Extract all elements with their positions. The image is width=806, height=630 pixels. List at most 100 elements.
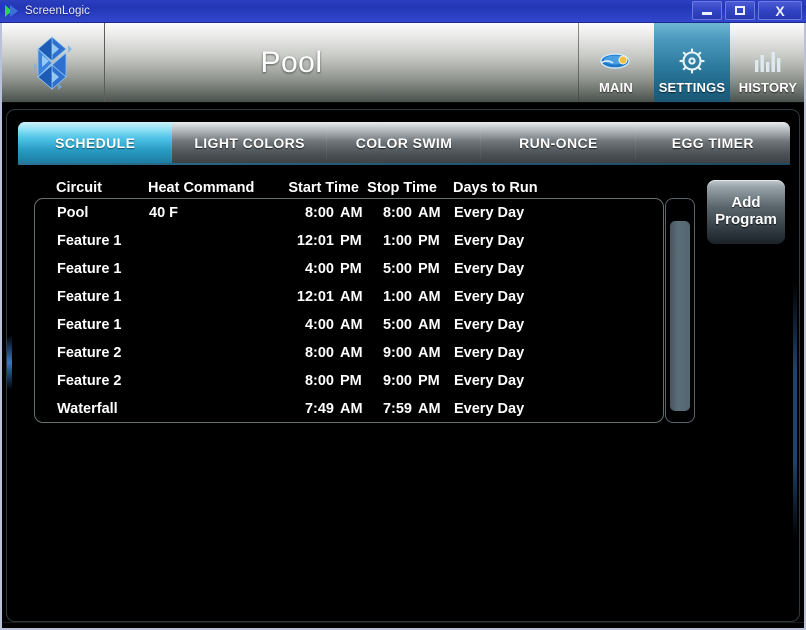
right-edge-glow bbox=[793, 280, 797, 540]
add-program-label-line1: Add bbox=[731, 194, 761, 212]
stop-time-meridiem: AM bbox=[418, 345, 441, 361]
start-time-meridiem: AM bbox=[340, 205, 363, 221]
cell-start-time: 8:00 AM bbox=[277, 205, 363, 221]
tab-color-swim[interactable]: COLOR SWIM bbox=[327, 122, 482, 163]
tab-schedule[interactable]: SCHEDULE bbox=[18, 122, 173, 163]
stop-time-meridiem: PM bbox=[418, 261, 440, 277]
nav-button-main[interactable]: MAIN bbox=[578, 23, 654, 102]
cell-stop-time: 8:00 AM bbox=[360, 205, 444, 221]
start-time-meridiem: AM bbox=[340, 401, 363, 417]
start-time-meridiem: AM bbox=[340, 345, 363, 361]
cell-stop-time: 7:59 AM bbox=[360, 401, 444, 417]
cell-start-time: 8:00 PM bbox=[277, 373, 362, 389]
cell-days-to-run: Every Day bbox=[454, 233, 525, 249]
cell-heat-command: 40 F bbox=[149, 205, 179, 221]
stop-time-meridiem: PM bbox=[418, 373, 440, 389]
column-header-heat-command: Heat Command bbox=[148, 180, 255, 196]
stop-time-value: 8:00 bbox=[382, 205, 412, 221]
maximize-button[interactable] bbox=[725, 1, 755, 20]
screenlogic-logo-icon bbox=[4, 3, 20, 19]
pentair-diamond-logo-icon bbox=[28, 35, 76, 91]
start-time-value: 8:00 bbox=[304, 345, 334, 361]
application-window: ScreenLogic X Pool MAIN SETTINGS HISTORY… bbox=[0, 0, 806, 630]
cell-days-to-run: Every Day bbox=[454, 373, 525, 389]
cell-circuit: Pool bbox=[57, 205, 89, 221]
schedule-row[interactable]: Feature 1 12:01 PM 1:00 PM Every Day bbox=[35, 227, 663, 255]
tab-run-once[interactable]: RUN-ONCE bbox=[481, 122, 637, 163]
stop-time-value: 1:00 bbox=[382, 289, 412, 305]
scrollbar-thumb[interactable] bbox=[670, 221, 690, 411]
schedule-row[interactable]: Feature 1 4:00 AM 5:00 AM Every Day bbox=[35, 311, 663, 339]
schedule-row[interactable]: Feature 2 8:00 PM 9:00 PM Every Day bbox=[35, 367, 663, 395]
start-time-meridiem: AM bbox=[340, 289, 363, 305]
schedule-row[interactable]: Feature 1 12:01 AM 1:00 AM Every Day bbox=[35, 283, 663, 311]
cell-circuit: Feature 1 bbox=[57, 233, 122, 249]
window-bottom-strip bbox=[0, 622, 806, 630]
start-time-meridiem: PM bbox=[340, 373, 362, 389]
stop-time-meridiem: AM bbox=[418, 205, 441, 221]
cell-circuit: Waterfall bbox=[57, 401, 118, 417]
app-header: Pool MAIN SETTINGS HISTORY bbox=[0, 23, 806, 103]
minimize-button[interactable] bbox=[692, 1, 722, 20]
cell-days-to-run: Every Day bbox=[454, 205, 525, 221]
schedule-row[interactable]: Pool 40 F 8:00 AM 8:00 AM Every Day bbox=[35, 199, 663, 227]
start-time-meridiem: AM bbox=[340, 317, 363, 333]
stop-time-value: 5:00 bbox=[382, 261, 412, 277]
add-program-button[interactable]: Add Program bbox=[707, 180, 785, 244]
cell-circuit: Feature 2 bbox=[57, 373, 122, 389]
nav-button-settings[interactable]: SETTINGS bbox=[654, 23, 730, 102]
schedule-list[interactable]: Pool 40 F 8:00 AM 8:00 AM Every Day Feature 1 12… bbox=[34, 198, 664, 423]
cell-days-to-run: Every Day bbox=[454, 345, 525, 361]
column-header-stop-time: Stop Time bbox=[367, 180, 437, 196]
tab-egg-timer[interactable]: EGG TIMER bbox=[636, 122, 790, 163]
cell-days-to-run: Every Day bbox=[454, 261, 525, 277]
cell-start-time: 12:01 AM bbox=[277, 289, 363, 305]
cell-start-time: 4:00 AM bbox=[277, 317, 363, 333]
cell-days-to-run: Every Day bbox=[454, 317, 525, 333]
stop-time-value: 1:00 bbox=[382, 233, 412, 249]
cell-stop-time: 1:00 AM bbox=[360, 289, 444, 305]
stop-time-meridiem: PM bbox=[418, 233, 440, 249]
maximize-icon bbox=[735, 6, 745, 15]
add-program-label-line2: Program bbox=[715, 211, 777, 228]
cell-start-time: 12:01 PM bbox=[277, 233, 362, 249]
cell-circuit: Feature 1 bbox=[57, 261, 122, 277]
left-edge-glow bbox=[7, 335, 12, 390]
cell-circuit: Feature 2 bbox=[57, 345, 122, 361]
close-button[interactable]: X bbox=[758, 1, 802, 20]
start-time-value: 4:00 bbox=[304, 261, 334, 277]
gear-icon bbox=[676, 44, 708, 78]
pool-water-icon bbox=[599, 44, 633, 78]
start-time-value: 4:00 bbox=[304, 317, 334, 333]
page-title: Pool bbox=[260, 45, 323, 79]
schedule-row[interactable]: Feature 1 4:00 PM 5:00 PM Every Day bbox=[35, 255, 663, 283]
start-time-meridiem: PM bbox=[340, 233, 362, 249]
column-header-start-time: Start Time bbox=[288, 180, 359, 196]
window-titlebar: ScreenLogic X bbox=[0, 0, 806, 23]
start-time-value: 8:00 bbox=[304, 373, 334, 389]
minimize-icon bbox=[702, 11, 712, 15]
stop-time-value: 9:00 bbox=[382, 373, 412, 389]
cell-start-time: 4:00 PM bbox=[277, 261, 362, 277]
schedule-table-header: Circuit Heat Command Start Time Stop Tim… bbox=[34, 176, 664, 200]
tab-light-colors[interactable]: LIGHT COLORS bbox=[172, 122, 328, 163]
cell-stop-time: 1:00 PM bbox=[360, 233, 444, 249]
start-time-meridiem: PM bbox=[340, 261, 362, 277]
cell-stop-time: 9:00 PM bbox=[360, 373, 444, 389]
stop-time-meridiem: AM bbox=[418, 317, 441, 333]
nav-label-main: MAIN bbox=[598, 80, 634, 95]
start-time-value: 12:01 bbox=[296, 289, 334, 305]
cell-circuit: Feature 1 bbox=[57, 317, 122, 333]
cell-days-to-run: Every Day bbox=[454, 289, 525, 305]
cell-start-time: 7:49 AM bbox=[277, 401, 363, 417]
stop-time-value: 9:00 bbox=[382, 345, 412, 361]
brand-logo-cell bbox=[0, 23, 105, 102]
nav-button-history[interactable]: HISTORY bbox=[730, 23, 806, 102]
schedule-row[interactable]: Feature 2 8:00 AM 9:00 AM Every Day bbox=[35, 339, 663, 367]
stop-time-meridiem: AM bbox=[418, 289, 441, 305]
tab-bar: SCHEDULE LIGHT COLORS COLOR SWIM RUN-ONC… bbox=[18, 122, 790, 163]
schedule-list-scrollbar[interactable] bbox=[665, 198, 695, 423]
start-time-value: 8:00 bbox=[304, 205, 334, 221]
schedule-row[interactable]: Waterfall 7:49 AM 7:59 AM Every Day bbox=[35, 395, 663, 422]
stop-time-value: 5:00 bbox=[382, 317, 412, 333]
